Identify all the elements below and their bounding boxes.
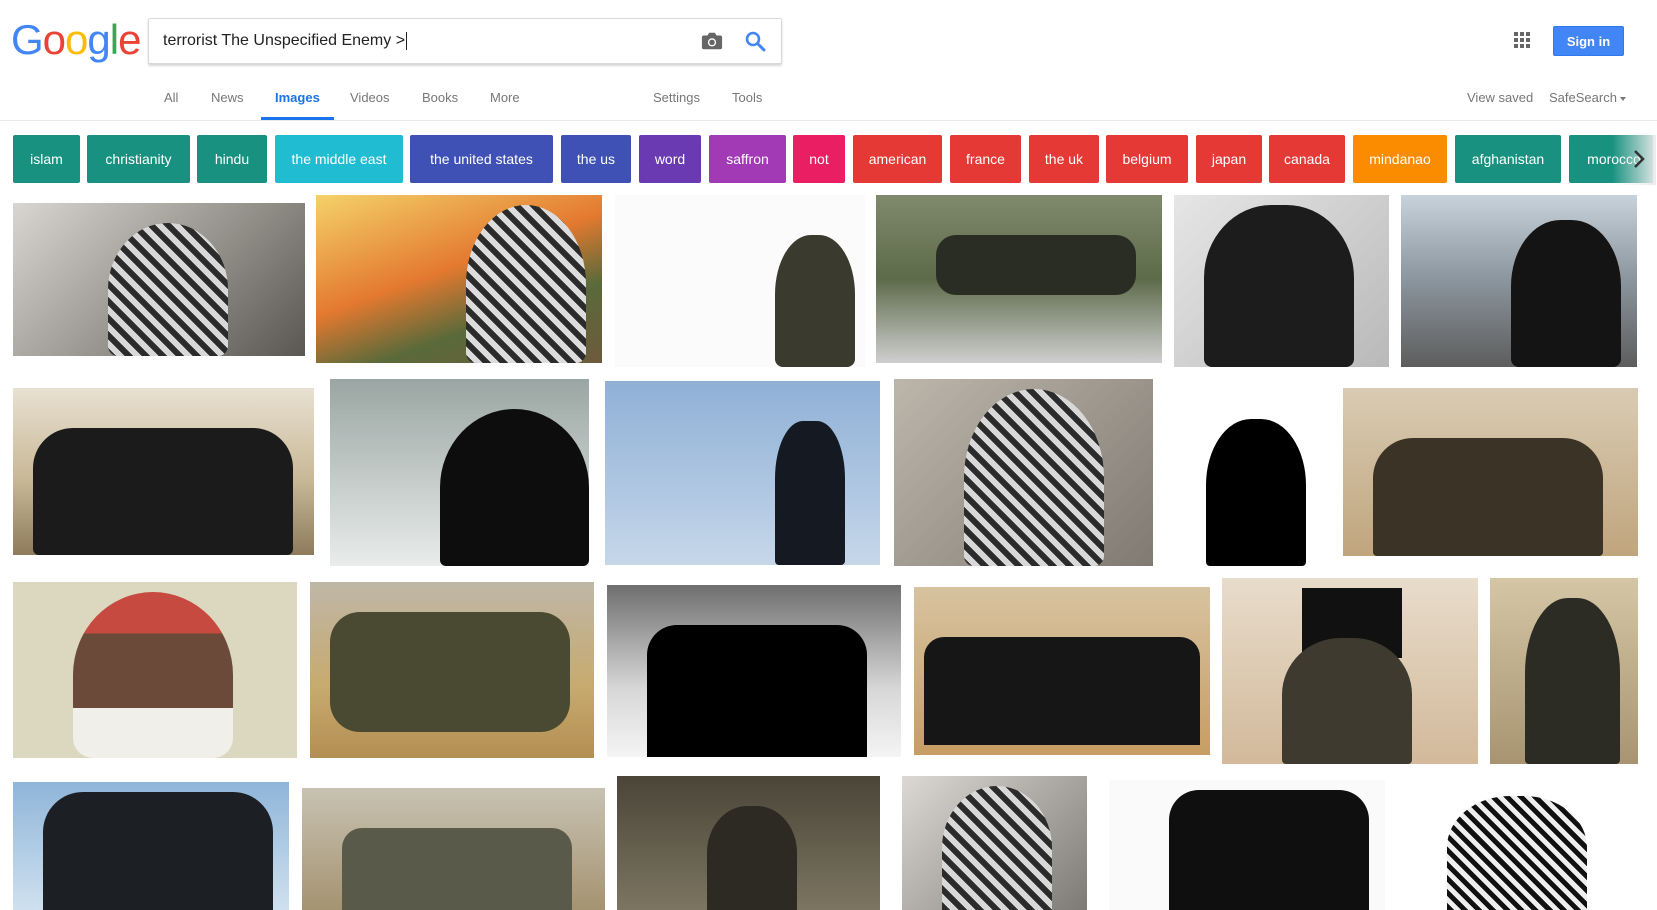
image-result[interactable] (316, 195, 602, 363)
image-result[interactable] (617, 776, 880, 910)
image-result[interactable] (310, 582, 594, 758)
image-result[interactable] (876, 195, 1162, 363)
image-result[interactable] (894, 379, 1153, 566)
image-result[interactable] (902, 776, 1087, 910)
image-result[interactable] (1109, 780, 1385, 910)
image-result[interactable] (13, 782, 289, 910)
image-result[interactable] (302, 788, 605, 910)
image-result[interactable] (605, 381, 880, 565)
image-result[interactable] (13, 203, 305, 356)
image-result[interactable] (1401, 195, 1637, 367)
image-result[interactable] (914, 587, 1210, 755)
image-result[interactable] (1490, 578, 1638, 764)
image-result[interactable] (1174, 195, 1389, 367)
image-result[interactable] (615, 195, 865, 367)
image-results-grid (0, 0, 1657, 910)
image-result[interactable] (13, 388, 314, 555)
image-result[interactable] (13, 582, 297, 758)
image-result[interactable] (1343, 388, 1638, 556)
image-result[interactable] (1166, 379, 1331, 566)
image-result[interactable] (607, 585, 901, 757)
image-result[interactable] (1397, 776, 1638, 910)
image-result[interactable] (1222, 578, 1478, 764)
image-result[interactable] (330, 379, 589, 566)
